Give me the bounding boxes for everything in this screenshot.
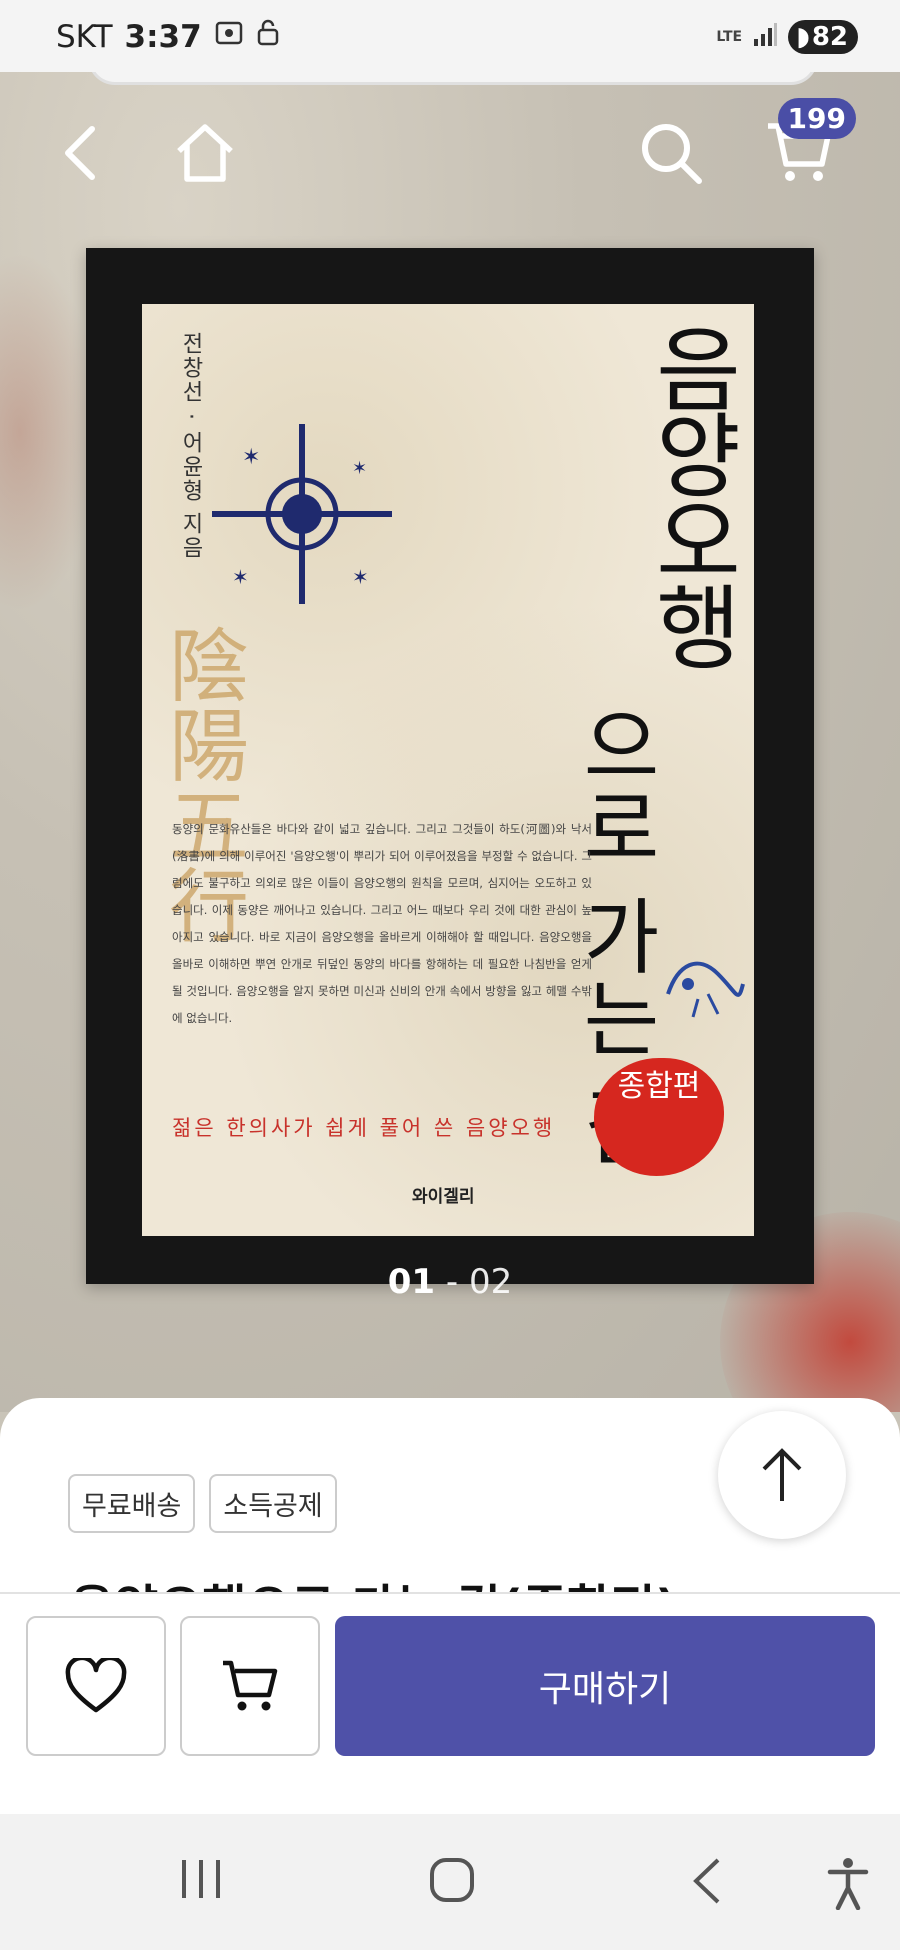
product-image-carousel[interactable]: 전창선 · 어윤형 지음 陰陽五行 ✶ ✶ ✶ ✶ 음양오행 으로 가는 길 동…	[0, 72, 900, 1412]
svg-text:✶: ✶	[352, 565, 369, 589]
product-tags: 무료배송 소득공제	[68, 1474, 337, 1533]
heart-icon	[65, 1658, 127, 1713]
book-tagline: 젊은 한의사가 쉽게 풀어 쓴 음양오행	[172, 1116, 556, 1140]
arrow-up-icon	[762, 1448, 802, 1501]
back-button[interactable]	[46, 118, 116, 188]
svg-text:✶: ✶	[352, 458, 367, 479]
book-blurb: 동양의 문화유산들은 바다와 같이 넓고 깊습니다. 그리고 그것들이 하도(河…	[172, 822, 592, 1025]
edition-seal-label: 종합편	[617, 1069, 701, 1104]
recent-apps-button[interactable]	[178, 1856, 224, 1902]
accessibility-icon	[827, 1858, 869, 1910]
cart-icon	[223, 1660, 278, 1711]
cart-button[interactable]: 199	[764, 98, 856, 188]
recent-apps-icon	[182, 1860, 220, 1898]
add-to-cart-button[interactable]	[180, 1616, 320, 1756]
back-nav-button[interactable]	[690, 1856, 724, 1906]
battery-indicator: ◗ 82	[788, 20, 858, 54]
tag-free-shipping: 무료배송	[68, 1474, 196, 1533]
total-pages: 02	[468, 1262, 513, 1302]
dragon-illustration-icon	[666, 961, 745, 1018]
buy-button[interactable]: 구매하기	[335, 1616, 875, 1756]
purchase-action-bar: 구매하기	[0, 1592, 900, 1814]
system-navigation-bar	[0, 1814, 900, 1950]
svg-text:✶: ✶	[232, 565, 249, 589]
page-separator: -	[445, 1262, 459, 1302]
chevron-left-icon	[693, 1858, 720, 1904]
book-title: 음양오행	[637, 322, 744, 666]
book-cover-image: 전창선 · 어윤형 지음 陰陽五行 ✶ ✶ ✶ ✶ 음양오행 으로 가는 길 동…	[86, 248, 814, 1284]
sun-symbol-icon: ✶ ✶ ✶ ✶	[212, 424, 392, 604]
book-publisher: 와이겔리	[412, 1187, 475, 1207]
edition-seal: 종합편	[594, 1058, 724, 1176]
clock-time: 3:37	[124, 19, 202, 55]
product-title-text: 음양오행으로 가는 길(종합편)	[70, 1574, 850, 1594]
home-icon	[177, 124, 233, 182]
carrier-label: SKT	[56, 19, 113, 55]
battery-level: 82	[811, 22, 848, 52]
signal-icon	[752, 22, 778, 52]
screenshot-icon	[214, 18, 244, 56]
search-icon	[642, 124, 702, 184]
book-cover-art: 전창선 · 어윤형 지음 陰陽五行 ✶ ✶ ✶ ✶ 음양오행 으로 가는 길 동…	[142, 304, 754, 1236]
lock-icon	[256, 18, 280, 56]
network-type: LTE	[716, 29, 743, 45]
product-title: 음양오행으로 가는 길(종합편)	[70, 1574, 850, 1594]
cart-count-badge: 199	[777, 98, 856, 139]
home-circle-icon	[430, 1858, 474, 1902]
wishlist-button[interactable]	[26, 1616, 166, 1756]
chevron-left-icon	[65, 126, 95, 180]
search-button[interactable]	[636, 118, 706, 188]
carousel-page-indicator: 01 - 02	[0, 1262, 900, 1302]
status-bar: SKT 3:37 LTE ◗ 82	[0, 0, 900, 72]
background-blur	[0, 252, 100, 612]
scroll-to-top-button[interactable]	[718, 1411, 846, 1539]
accessibility-button[interactable]	[826, 1856, 870, 1910]
battery-saver-icon: ◗	[796, 22, 810, 52]
svg-text:✶: ✶	[242, 445, 260, 470]
current-page: 01	[387, 1262, 436, 1302]
tag-tax-deduction: 소득공제	[209, 1474, 337, 1533]
top-navigation: 199	[0, 90, 900, 220]
home-nav-button[interactable]	[428, 1856, 476, 1904]
home-button[interactable]	[170, 118, 240, 188]
